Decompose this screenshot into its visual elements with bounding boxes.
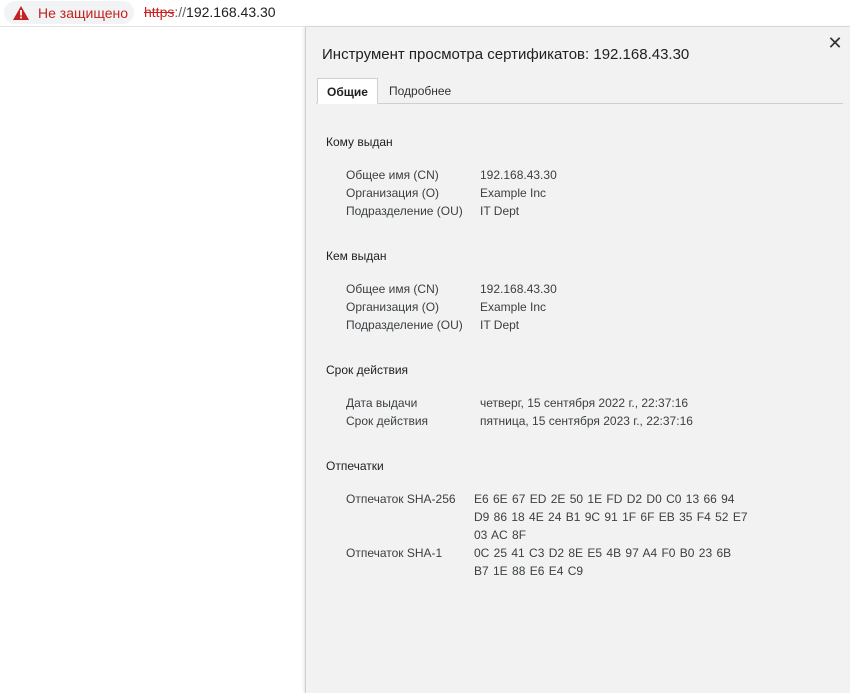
field-row: Общее имя (CN) 192.168.43.30: [326, 166, 841, 184]
security-label: Не защищено: [38, 4, 128, 21]
section-heading: Кому выдан: [326, 135, 393, 149]
address-bar[interactable]: Не защищено https://192.168.43.30: [0, 0, 850, 27]
field-value: 192.168.43.30: [480, 168, 557, 182]
field-value: Example Inc: [480, 300, 547, 314]
general-tab-content: Кому выдан Общее имя (CN) 192.168.43.30 …: [326, 119, 841, 580]
field-label: Срок действия: [346, 414, 429, 428]
security-indicator-button[interactable]: Не защищено: [4, 1, 134, 24]
field-value: пятница, 15 сентября 2023 г., 22:37:16: [480, 414, 693, 428]
tab-bar: Общие Подробнее: [306, 78, 850, 104]
fingerprint-row: Отпечаток SHA-1 0C 25 41 C3 D2 8E E5 4B …: [326, 544, 841, 580]
field-label: Отпечаток SHA-256: [346, 492, 456, 506]
warning-icon: [13, 5, 29, 20]
field-row: Подразделение (OU) IT Dept: [326, 202, 841, 220]
issued-to-section: Кому выдан Общее имя (CN) 192.168.43.30 …: [326, 135, 841, 220]
field-label: Организация (O): [346, 300, 440, 314]
validity-section: Срок действия Дата выдачи четверг, 15 се…: [326, 363, 841, 430]
section-heading: Кем выдан: [326, 249, 387, 263]
field-value: IT Dept: [480, 318, 520, 332]
field-label: Общее имя (CN): [346, 168, 439, 182]
field-value: 0C 25 41 C3 D2 8E E5 4B 97 A4 F0 B0 23 6…: [474, 546, 732, 578]
field-label: Дата выдачи: [346, 396, 418, 410]
url-scheme: https: [144, 4, 175, 20]
field-label: Общее имя (CN): [346, 282, 439, 296]
field-label: Подразделение (OU): [346, 318, 463, 332]
field-row: Организация (O) Example Inc: [326, 184, 841, 202]
fingerprint-row: Отпечаток SHA-256 E6 6E 67 ED 2E 50 1E F…: [326, 490, 841, 544]
section-heading: Срок действия: [326, 363, 409, 377]
field-value: четверг, 15 сентября 2022 г., 22:37:16: [480, 396, 689, 410]
field-row: Срок действия пятница, 15 сентября 2023 …: [326, 412, 841, 430]
field-row: Общее имя (CN) 192.168.43.30: [326, 280, 841, 298]
field-value: Example Inc: [480, 186, 547, 200]
field-value: 192.168.43.30: [480, 282, 557, 296]
section-heading: Отпечатки: [326, 459, 384, 473]
fingerprints-section: Отпечатки Отпечаток SHA-256 E6 6E 67 ED …: [326, 459, 841, 580]
tab-general[interactable]: Общие: [317, 78, 378, 104]
certificate-viewer-dialog: Инструмент просмотра сертификатов: 192.1…: [305, 27, 850, 693]
dialog-title: Инструмент просмотра сертификатов: 192.1…: [322, 46, 690, 63]
field-value: E6 6E 67 ED 2E 50 1E FD D2 D0 C0 13 66 9…: [474, 492, 748, 542]
field-label: Организация (O): [346, 186, 440, 200]
field-label: Подразделение (OU): [346, 204, 463, 218]
close-icon[interactable]: ✕: [825, 33, 845, 53]
field-value: IT Dept: [480, 204, 520, 218]
url-separator: ://: [174, 4, 187, 20]
field-row: Дата выдачи четверг, 15 сентября 2022 г.…: [326, 394, 841, 412]
field-row: Организация (O) Example Inc: [326, 298, 841, 316]
url-text[interactable]: https://192.168.43.30: [144, 4, 276, 20]
field-row: Подразделение (OU) IT Dept: [326, 316, 841, 334]
issued-by-section: Кем выдан Общее имя (CN) 192.168.43.30 О…: [326, 249, 841, 334]
url-host: 192.168.43.30: [186, 4, 276, 20]
field-label: Отпечаток SHA-1: [346, 546, 443, 560]
tab-details[interactable]: Подробнее: [379, 78, 461, 104]
